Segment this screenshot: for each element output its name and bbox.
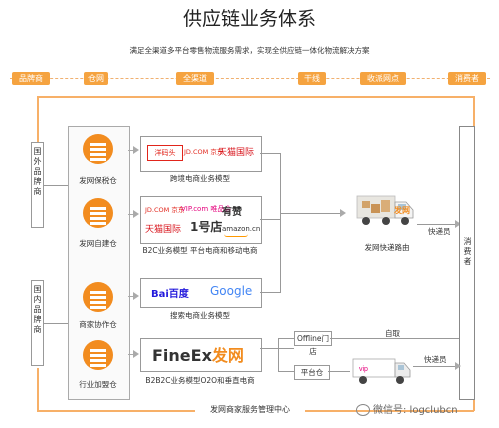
courier-top-label: 快递员 bbox=[428, 227, 451, 236]
link-domestic-warehouse bbox=[44, 323, 68, 324]
arrow-to-search bbox=[128, 292, 140, 300]
stage-dash-line bbox=[10, 78, 490, 79]
left-loop-line-bottom bbox=[37, 368, 39, 411]
connector-platform bbox=[278, 371, 294, 372]
courier-top-line bbox=[417, 224, 457, 225]
courier-bottom-label: 快递员 bbox=[424, 355, 447, 364]
channel-search-caption: 搜索电商业务模型 bbox=[170, 311, 230, 320]
connector-to-truck bbox=[280, 213, 342, 214]
tmall-global-logo-b2c: 天猫国际 bbox=[145, 225, 182, 235]
jd-logo-b2c: JD.COM 京东 bbox=[145, 206, 185, 214]
offline-store-label: Offline门店 bbox=[296, 334, 330, 356]
warehouse-franchise-label: 行业加盟仓 bbox=[79, 380, 117, 389]
connector-b2b2c-vertical bbox=[278, 338, 279, 371]
right-loop-line-top bbox=[473, 96, 475, 126]
arrow-to-b2b2c bbox=[128, 350, 140, 358]
brand-domestic-label: 国内品牌商 bbox=[33, 285, 42, 335]
diagram-title: 供应链业务体系 bbox=[182, 8, 316, 30]
tmall-global-logo: 天猫国际 bbox=[218, 148, 255, 158]
partner-warehouse-icon bbox=[83, 282, 113, 312]
franchise-warehouse-icon bbox=[83, 340, 113, 370]
amazon-logo: amazon.cn bbox=[222, 225, 261, 233]
fineex-logo: FineEx发网 bbox=[152, 342, 244, 366]
link-foreign-warehouse bbox=[44, 185, 68, 186]
youzan-logo-text: 有赞 bbox=[222, 207, 242, 218]
top-loop-line bbox=[37, 96, 474, 98]
connector-b2b2c-offline bbox=[260, 348, 294, 349]
connector-cross-border bbox=[260, 153, 280, 154]
platform-to-van-line bbox=[328, 371, 350, 372]
platform-warehouse-box: 平台仓 bbox=[294, 365, 330, 380]
stage-tag-warehouse: 仓网 bbox=[84, 72, 108, 85]
wechat-watermark: 微信号: logclubcn bbox=[356, 401, 458, 416]
connector-offline-top bbox=[278, 338, 294, 339]
warehouse-self-built-label: 发网自建仓 bbox=[79, 239, 117, 248]
service-center-footer: 发网商家服务管理中心 bbox=[195, 404, 305, 415]
watermark-text: 微信号: logclubcn bbox=[373, 405, 458, 416]
channel-b2b2c-caption: B2B2C业务模型O2O和垂直电商 bbox=[145, 376, 255, 385]
warehouse-bonded-label: 发网保税仓 bbox=[79, 176, 117, 185]
yangmatou-logo: 洋码头 bbox=[147, 145, 183, 161]
stage-tag-trunk: 干线 bbox=[298, 72, 326, 85]
self-pickup-label: 自取 bbox=[385, 329, 400, 338]
diagram-subtitle: 满足全渠道多平台零售物流服务需求，实现全供应链一体化物流解决方案 bbox=[129, 46, 370, 55]
baidu-logo: Bai百度 bbox=[151, 289, 189, 300]
bonded-warehouse-icon bbox=[83, 134, 113, 164]
svg-text:vip: vip bbox=[359, 366, 368, 373]
left-loop-line-top bbox=[37, 96, 39, 142]
connector-search bbox=[260, 292, 280, 293]
stage-tag-brand: 品牌商 bbox=[12, 72, 50, 85]
brand-foreign-box: 国外品牌商 bbox=[31, 142, 44, 228]
arrow-to-truck bbox=[340, 209, 346, 217]
connector-b2c bbox=[260, 219, 280, 220]
stage-tag-channel: 全渠道 bbox=[176, 72, 214, 85]
self-built-warehouse-icon bbox=[83, 198, 113, 228]
route-label: 发网快递路由 bbox=[364, 243, 410, 252]
channel-cross-border-caption: 跨境电商业务模型 bbox=[170, 174, 230, 183]
brand-domestic-box: 国内品牌商 bbox=[31, 280, 44, 366]
arrow-courier-bottom bbox=[455, 362, 461, 370]
consumer-box: 消费者 bbox=[459, 126, 475, 400]
consumer-label: 消费者 bbox=[463, 237, 472, 267]
fineex-logo-cn: 发网 bbox=[211, 346, 244, 365]
warehouse-partner-label: 商家协作仓 bbox=[79, 320, 117, 329]
channel-b2c-caption: B2C业务模型 平台电商和移动电商 bbox=[142, 246, 258, 255]
arrow-to-b2c bbox=[128, 210, 140, 218]
offline-store-box: Offline门店 bbox=[294, 331, 332, 356]
youzan-logo: 有赞 bbox=[222, 203, 242, 218]
fineex-logo-text: FineEx bbox=[152, 346, 212, 365]
google-logo: Google bbox=[210, 284, 253, 298]
amazon-smile-icon bbox=[224, 234, 248, 237]
wechat-icon bbox=[356, 404, 370, 416]
arrow-to-cross-border bbox=[128, 146, 140, 154]
truck-fineex-mark: 发网 bbox=[394, 206, 410, 215]
brand-foreign-label: 国外品牌商 bbox=[33, 147, 42, 197]
connector-vertical bbox=[280, 153, 281, 293]
stage-tag-consumer: 消费者 bbox=[448, 72, 486, 85]
stage-tag-delivery-point: 收派网点 bbox=[360, 72, 406, 85]
yhd-logo: 1号店 bbox=[190, 220, 223, 234]
delivery-van-icon: vip bbox=[352, 356, 412, 386]
platform-warehouse-label: 平台仓 bbox=[300, 368, 324, 377]
courier-bottom-line bbox=[413, 366, 457, 367]
